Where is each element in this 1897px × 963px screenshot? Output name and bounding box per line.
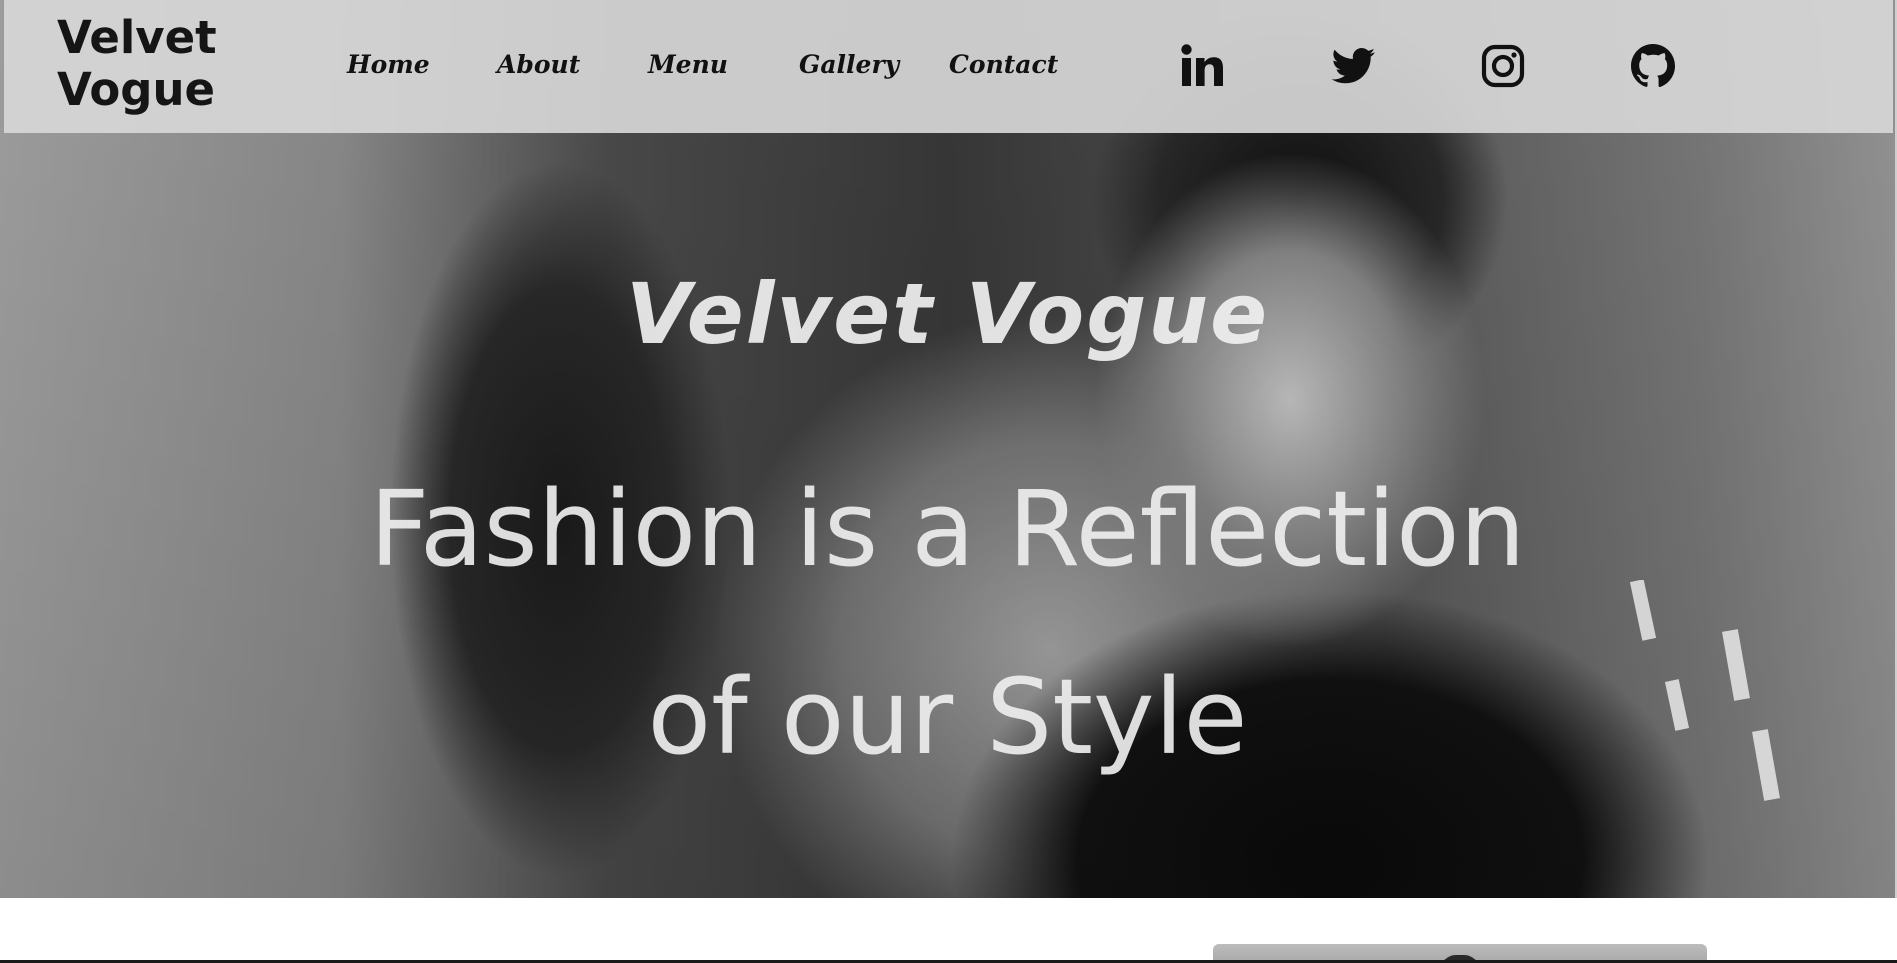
page: Velvet Vogue Fashion is a Reflection of … xyxy=(0,0,1897,963)
hero-section: Velvet Vogue Fashion is a Reflection of … xyxy=(0,0,1895,898)
instagram-glyph xyxy=(1481,44,1525,88)
nav-link-about[interactable]: About xyxy=(497,50,580,79)
linkedin-glyph xyxy=(1181,44,1223,86)
github-icon[interactable] xyxy=(1629,42,1677,90)
hero-title: Velvet Vogue xyxy=(625,265,1270,363)
brand-logo[interactable]: Velvet Vogue xyxy=(57,12,217,116)
nav-link-contact[interactable]: Contact xyxy=(949,50,1058,79)
instagram-icon[interactable] xyxy=(1479,42,1527,90)
nav-link-home[interactable]: Home xyxy=(347,50,430,79)
brand-logo-line1: Velvet xyxy=(57,11,217,64)
nav-link-menu[interactable]: Menu xyxy=(648,50,728,79)
navbar: Velvet Vogue Home About Menu Gallery Con… xyxy=(2,0,1893,133)
twitter-icon[interactable] xyxy=(1329,42,1377,90)
github-glyph xyxy=(1631,44,1675,88)
hero-tagline-line1: Fashion is a Reflection xyxy=(369,468,1526,590)
hero-tagline-line2: of our Style xyxy=(647,656,1248,778)
twitter-glyph xyxy=(1331,48,1375,84)
hero-tagline: Fashion is a Reflection of our Style xyxy=(0,435,1895,811)
linkedin-icon[interactable] xyxy=(1178,42,1226,90)
brand-logo-line2: Vogue xyxy=(57,63,216,116)
nav-link-gallery[interactable]: Gallery xyxy=(799,50,899,79)
